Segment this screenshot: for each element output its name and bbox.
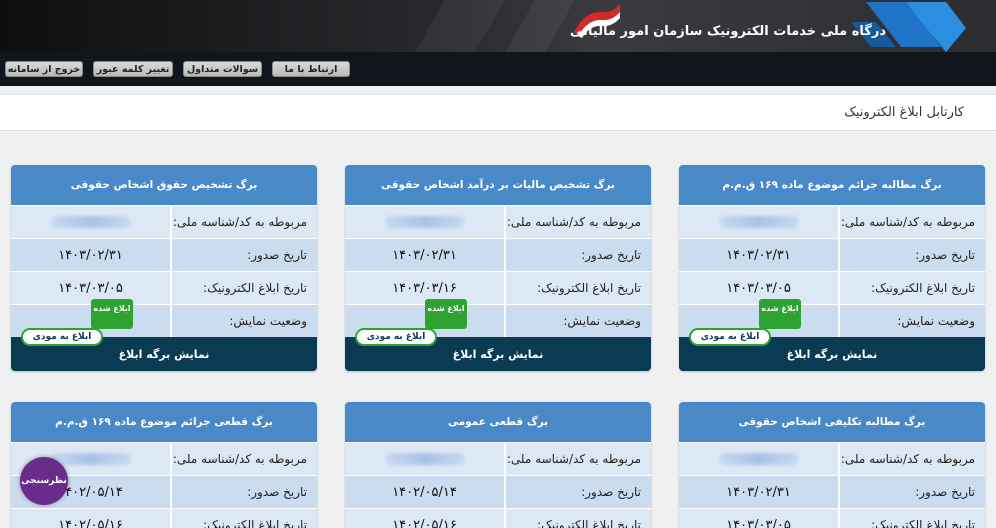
- banner-stripe: [504, 0, 576, 52]
- card-title: برگ مطالبه تکلیفی اشخاص حقوقی: [679, 402, 985, 442]
- issue-value: ۱۴۰۳/۰۲/۳۱: [11, 239, 172, 271]
- notice-row: تاریخ ابلاغ الکترونیک: ۱۴۰۳/۰۳/۰۵: [11, 271, 317, 304]
- notice-label: تاریخ ابلاغ الکترونیک:: [840, 272, 985, 304]
- notice-row: تاریخ ابلاغ الکترونیک: ۱۴۰۲/۰۵/۱۶: [11, 508, 317, 528]
- site-title: درگاه ملی خدمات الکترونیک سازمان امور ما…: [569, 24, 886, 39]
- notify-taxpayer-pill[interactable]: ابلاغ به مودی: [21, 328, 103, 346]
- related-label: مربوطه به کد/شناسه ملی:: [172, 206, 317, 238]
- issue-row: تاریخ صدور: ۱۴۰۳/۰۲/۳۱: [11, 238, 317, 271]
- issue-row: تاریخ صدور: ۱۴۰۲/۰۵/۱۴: [345, 475, 651, 508]
- page-title: کارتابل ابلاغ الکترونیک: [844, 105, 964, 120]
- redacted-id: [718, 216, 799, 228]
- redacted-id: [50, 453, 131, 465]
- related-value: [11, 206, 172, 238]
- issue-value: ۱۴۰۳/۰۲/۳۱: [679, 476, 840, 508]
- issue-value: ۱۴۰۲/۰۵/۱۴: [345, 476, 506, 508]
- related-row: مربوطه به کد/شناسه ملی:: [11, 205, 317, 238]
- card-title: برگ قطعی جرائم موضوع ماده ۱۶۹ ق.م.م: [11, 402, 317, 442]
- issue-row: تاریخ صدور: ۱۴۰۳/۰۲/۳۱: [679, 238, 985, 271]
- redacted-id: [718, 453, 799, 465]
- issue-row: تاریخ صدور: ۱۴۰۳/۰۲/۳۱: [679, 475, 985, 508]
- notice-row: تاریخ ابلاغ الکترونیک: ۱۴۰۲/۰۵/۱۶: [345, 508, 651, 528]
- show-notice-button[interactable]: نمایش برگه ابلاغ ابلاغ به مودی: [679, 328, 985, 371]
- notice-label: تاریخ ابلاغ الکترونیک:: [172, 272, 317, 304]
- status-label: وضعیت نمایش:: [840, 305, 985, 337]
- notify-taxpayer-pill[interactable]: ابلاغ به مودی: [355, 328, 437, 346]
- top-nav: ارتباط با ما سوالات متداول تغییر کلمه عب…: [0, 52, 996, 86]
- issue-label: تاریخ صدور:: [506, 476, 651, 508]
- issue-label: تاریخ صدور:: [840, 476, 985, 508]
- related-label: مربوطه به کد/شناسه ملی:: [840, 443, 985, 475]
- related-row: مربوطه به کد/شناسه ملی:: [679, 442, 985, 475]
- notice-label: تاریخ ابلاغ الکترونیک:: [172, 509, 317, 528]
- banner-stripe: [414, 0, 506, 52]
- notice-row: تاریخ ابلاغ الکترونیک: ۱۴۰۳/۰۳/۰۵: [679, 271, 985, 304]
- related-row: مربوطه به کد/شناسه ملی:: [679, 205, 985, 238]
- notice-row: تاریخ ابلاغ الکترونیک: ۱۴۰۳/۰۳/۱۶: [345, 271, 651, 304]
- related-value: [679, 443, 840, 475]
- notice-card: برگ مطالبه جرائم موضوع ماده ۱۶۹ ق.م.م مر…: [679, 165, 985, 371]
- issue-value: ۱۴۰۳/۰۲/۳۱: [679, 239, 840, 271]
- issue-label: تاریخ صدور:: [172, 476, 317, 508]
- notice-value: ۱۴۰۳/۰۳/۰۵: [679, 509, 840, 528]
- redacted-id: [384, 453, 465, 465]
- nav-logout-button[interactable]: خروج از سامانه: [5, 61, 83, 77]
- issue-value: ۱۴۰۳/۰۲/۳۱: [345, 239, 506, 271]
- status-label: وضعیت نمایش:: [506, 305, 651, 337]
- show-notice-label: نمایش برگه ابلاغ: [452, 347, 544, 361]
- related-label: مربوطه به کد/شناسه ملی:: [172, 443, 317, 475]
- notice-value: ۱۴۰۲/۰۵/۱۶: [345, 509, 506, 528]
- status-label: وضعیت نمایش:: [172, 305, 317, 337]
- show-notice-label: نمایش برگه ابلاغ: [118, 347, 210, 361]
- show-notice-label: نمایش برگه ابلاغ: [786, 347, 878, 361]
- notice-card: برگ تشخیص مالیات بر درآمد اشخاص حقوقی مر…: [345, 165, 651, 371]
- issue-label: تاریخ صدور:: [172, 239, 317, 271]
- header-banner: درگاه ملی خدمات الکترونیک سازمان امور ما…: [0, 0, 996, 52]
- notice-label: تاریخ ابلاغ الکترونیک:: [506, 509, 651, 528]
- card-title: برگ تشخیص مالیات بر درآمد اشخاص حقوقی: [345, 165, 651, 205]
- show-notice-button[interactable]: نمایش برگه ابلاغ ابلاغ به مودی: [11, 328, 317, 371]
- redacted-id: [384, 216, 465, 228]
- related-value: [345, 443, 506, 475]
- notice-card: برگ مطالبه تکلیفی اشخاص حقوقی مربوطه به …: [679, 402, 985, 528]
- related-label: مربوطه به کد/شناسه ملی:: [506, 443, 651, 475]
- related-value: [679, 206, 840, 238]
- related-row: مربوطه به کد/شناسه ملی:: [345, 205, 651, 238]
- nav-faq-button[interactable]: سوالات متداول: [183, 61, 262, 77]
- status-badge: ابلاغ شده: [425, 299, 467, 329]
- notice-value: ۱۴۰۲/۰۵/۱۶: [11, 509, 172, 528]
- card-title: برگ قطعی عمومی: [345, 402, 651, 442]
- notice-card: برگ قطعی عمومی مربوطه به کد/شناسه ملی: ت…: [345, 402, 651, 528]
- page-title-box: کارتابل ابلاغ الکترونیک: [0, 94, 996, 131]
- card-title: برگ مطالبه جرائم موضوع ماده ۱۶۹ ق.م.م: [679, 165, 985, 205]
- status-badge: ابلاغ شده: [759, 299, 801, 329]
- related-value: [345, 206, 506, 238]
- nav-change-password-button[interactable]: تغییر کلمه عبور: [93, 61, 173, 77]
- show-notice-button[interactable]: نمایش برگه ابلاغ ابلاغ به مودی: [345, 328, 651, 371]
- related-row: مربوطه به کد/شناسه ملی:: [345, 442, 651, 475]
- notice-row: تاریخ ابلاغ الکترونیک: ۱۴۰۳/۰۳/۰۵: [679, 508, 985, 528]
- issue-label: تاریخ صدور:: [840, 239, 985, 271]
- status-badge: ابلاغ شده: [91, 299, 133, 329]
- issue-label: تاریخ صدور:: [506, 239, 651, 271]
- notice-card: برگ تشخیص حقوق اشخاص حقوقی مربوطه به کد/…: [11, 165, 317, 371]
- notice-label: تاریخ ابلاغ الکترونیک:: [506, 272, 651, 304]
- nav-contact-button[interactable]: ارتباط با ما: [272, 61, 350, 77]
- redacted-id: [50, 216, 131, 228]
- card-title: برگ تشخیص حقوق اشخاص حقوقی: [11, 165, 317, 205]
- issue-row: تاریخ صدور: ۱۴۰۳/۰۲/۳۱: [345, 238, 651, 271]
- related-label: مربوطه به کد/شناسه ملی:: [506, 206, 651, 238]
- notify-taxpayer-pill[interactable]: ابلاغ به مودی: [689, 328, 771, 346]
- survey-button[interactable]: نظرسنجی: [20, 457, 68, 505]
- related-label: مربوطه به کد/شناسه ملی:: [840, 206, 985, 238]
- notice-label: تاریخ ابلاغ الکترونیک:: [840, 509, 985, 528]
